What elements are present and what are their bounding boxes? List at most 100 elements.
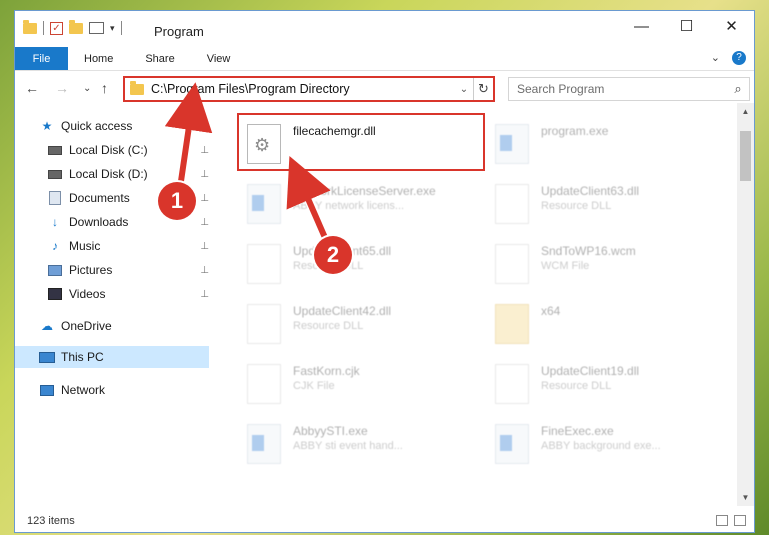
- videos-icon: [48, 288, 62, 300]
- sidebar-item-local-disk-d[interactable]: Local Disk (D:) ⊥: [47, 163, 209, 185]
- file-item[interactable]: FastKorn.cjk CJK File: [235, 356, 475, 412]
- file-type: Resource DLL: [541, 380, 612, 392]
- file-item[interactable]: NetworkLicenseServer.exe ABBY network li…: [235, 176, 475, 232]
- sidebar-item-label: Videos: [69, 287, 106, 301]
- tab-home[interactable]: Home: [68, 47, 129, 70]
- sidebar-item-videos[interactable]: Videos ⊥: [47, 283, 209, 305]
- file-item[interactable]: SndToWP16.wcm WCM File: [483, 236, 723, 292]
- toolbar-divider: [120, 21, 122, 35]
- file-name: x64: [541, 304, 561, 318]
- new-folder-icon[interactable]: [69, 19, 83, 34]
- pin-icon[interactable]: ⊥: [200, 265, 209, 276]
- scroll-up-icon[interactable]: ▲: [737, 103, 754, 120]
- file-name: program.exe: [541, 124, 609, 138]
- ribbon-tabs: File Home Share View ⌄ ?: [15, 47, 754, 71]
- file-name: NetworkLicenseServer.exe: [293, 184, 436, 198]
- sidebar-item-label: Network: [61, 383, 106, 397]
- status-bar: 123 items: [15, 510, 754, 532]
- search-box[interactable]: Search Program ⌕: [508, 77, 750, 101]
- file-item[interactable]: AbbyySTI.exe ABBY sti event hand...: [235, 416, 475, 472]
- exe-file-icon: [247, 184, 281, 224]
- search-input[interactable]: Search Program: [517, 82, 727, 96]
- scroll-thumb[interactable]: [740, 131, 751, 181]
- generic-file-icon: [495, 244, 529, 284]
- file-item[interactable]: UpdateClient42.dll Resource DLL: [235, 296, 475, 352]
- back-arrow-icon[interactable]: ←: [25, 80, 39, 96]
- minimize-button[interactable]: —: [619, 11, 664, 41]
- pin-icon[interactable]: ⊥: [200, 169, 209, 180]
- file-item[interactable]: x64: [483, 296, 723, 352]
- address-path[interactable]: C:\Program Files\Program Directory: [151, 82, 455, 96]
- sidebar-item-local-disk-c[interactable]: Local Disk (C:) ⊥: [47, 139, 209, 161]
- sidebar-item-quick-access[interactable]: ★ Quick access: [39, 115, 209, 137]
- vertical-scrollbar[interactable]: ▲ ▼: [737, 103, 754, 506]
- file-item[interactable]: UpdateClient65.dll Resource DLL: [235, 236, 475, 292]
- tab-share[interactable]: Share: [129, 47, 190, 70]
- cloud-icon: ☁: [41, 319, 53, 333]
- address-dropdown-icon[interactable]: ⌄: [455, 84, 473, 95]
- customize-icon[interactable]: [89, 22, 104, 34]
- recent-locations-icon[interactable]: ⌄: [83, 83, 91, 94]
- exe-file-icon: [247, 424, 281, 464]
- search-icon[interactable]: ⌕: [727, 81, 749, 97]
- dll-file-icon: [247, 304, 281, 344]
- toolbar-divider: [43, 21, 44, 35]
- file-type: ABBY network licens...: [293, 200, 405, 212]
- address-row: ← → ⌄ ↑ C:\Program Files\Program Directo…: [15, 75, 754, 103]
- sidebar-item-label: Music: [69, 239, 101, 253]
- file-type: ABBY background exe...: [541, 440, 661, 452]
- file-item[interactable]: UpdateClient63.dll Resource DLL: [483, 176, 723, 232]
- sidebar-item-this-pc[interactable]: This PC: [15, 346, 209, 368]
- tab-view[interactable]: View: [191, 47, 247, 70]
- qat-dropdown-icon[interactable]: ▾: [110, 23, 115, 34]
- expand-ribbon-icon[interactable]: ⌄: [711, 51, 720, 65]
- window-title: Program: [154, 24, 204, 39]
- pin-icon[interactable]: ⊥: [200, 193, 209, 204]
- file-item[interactable]: FineExec.exe ABBY background exe...: [483, 416, 723, 472]
- sidebar-item-onedrive[interactable]: ☁ OneDrive: [39, 315, 209, 337]
- file-item[interactable]: program.exe: [483, 116, 723, 172]
- step-one-badge: 1: [158, 182, 196, 220]
- tab-file[interactable]: File: [15, 47, 68, 70]
- exe-file-icon: [495, 124, 529, 164]
- sidebar-item-label: Pictures: [69, 263, 113, 277]
- address-bar[interactable]: C:\Program Files\Program Directory ⌄ ↻: [123, 76, 495, 102]
- pictures-icon: [48, 264, 62, 276]
- file-name: FineExec.exe: [541, 424, 614, 438]
- pin-icon[interactable]: ⊥: [200, 241, 209, 252]
- large-icons-view-icon[interactable]: [734, 515, 746, 526]
- pin-icon[interactable]: ⊥: [200, 289, 209, 300]
- scroll-down-icon[interactable]: ▼: [737, 489, 754, 506]
- pin-icon[interactable]: ⊥: [200, 145, 209, 156]
- folder-icon: [495, 304, 529, 344]
- up-arrow-icon[interactable]: ↑: [101, 80, 108, 96]
- maximize-button[interactable]: ☐: [664, 11, 709, 41]
- file-type: CJK File: [293, 380, 335, 392]
- file-type: Resource DLL: [541, 200, 612, 212]
- properties-check-icon[interactable]: ✓: [50, 21, 63, 35]
- file-name: UpdateClient42.dll: [293, 304, 392, 318]
- forward-arrow-icon[interactable]: →: [55, 80, 69, 96]
- pin-icon[interactable]: ⊥: [200, 217, 209, 228]
- sidebar-item-music[interactable]: ♪ Music ⊥: [47, 235, 209, 257]
- sidebar-item-label: Quick access: [61, 119, 133, 133]
- sidebar-item-network[interactable]: Network: [39, 379, 209, 401]
- dll-file-icon: [495, 184, 529, 224]
- file-name: UpdateClient63.dll: [541, 184, 640, 198]
- close-button[interactable]: ✕: [709, 11, 754, 41]
- star-icon: ★: [41, 119, 53, 133]
- sidebar-item-label: Local Disk (C:): [69, 143, 148, 157]
- step-two-badge: 2: [314, 236, 352, 274]
- refresh-icon[interactable]: ↻: [473, 78, 493, 100]
- file-name: SndToWP16.wcm: [541, 244, 636, 258]
- help-icon[interactable]: ?: [732, 51, 746, 65]
- computer-icon: [39, 351, 55, 363]
- details-view-icon[interactable]: [716, 515, 728, 526]
- sidebar-item-pictures[interactable]: Pictures ⊥: [47, 259, 209, 281]
- network-icon: [40, 384, 54, 396]
- file-item[interactable]: UpdateClient19.dll Resource DLL: [483, 356, 723, 412]
- music-icon: ♪: [52, 239, 58, 253]
- download-icon: ↓: [52, 215, 58, 229]
- file-name: AbbyySTI.exe: [293, 424, 368, 438]
- view-switcher: [716, 515, 746, 526]
